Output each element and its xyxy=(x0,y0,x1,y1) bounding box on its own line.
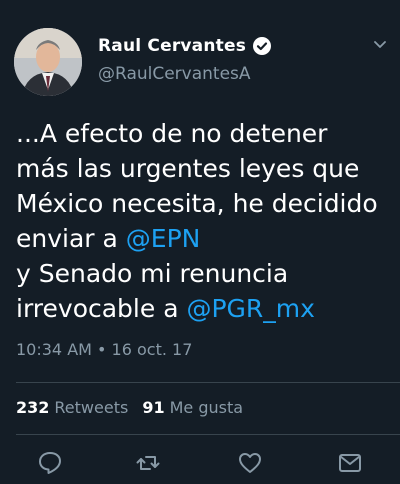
heart-icon[interactable] xyxy=(237,450,263,476)
mention-link[interactable]: @PGR_mx xyxy=(186,294,314,323)
likes-label: Me gusta xyxy=(169,398,244,417)
tweet-timestamp[interactable]: 10:34 AM • 16 oct. 17 xyxy=(16,340,192,359)
display-name[interactable]: Raul Cervantes xyxy=(98,36,246,56)
retweet-icon[interactable] xyxy=(135,450,161,476)
reply-icon[interactable] xyxy=(37,450,63,476)
retweets-count: 232 xyxy=(16,398,50,417)
divider xyxy=(16,434,400,435)
retweets-label: Retweets xyxy=(54,398,129,417)
tweet-header: Raul Cervantes @RaulCervantesA xyxy=(12,22,388,102)
retweets-stat[interactable]: 232 Retweets xyxy=(16,398,128,417)
tweet-text-part: ...A efecto de no detener más las urgent… xyxy=(16,119,386,253)
avatar[interactable] xyxy=(14,28,82,96)
likes-stat[interactable]: 91 Me gusta xyxy=(142,398,243,417)
verified-badge-icon xyxy=(252,36,272,56)
avatar-image xyxy=(14,28,82,96)
divider xyxy=(16,382,400,383)
mention-link[interactable]: @EPN xyxy=(126,224,201,253)
author-info: Raul Cervantes @RaulCervantesA xyxy=(98,34,272,84)
tweet-text: ...A efecto de no detener más las urgent… xyxy=(16,116,386,326)
chevron-down-icon[interactable] xyxy=(372,36,388,52)
action-bar xyxy=(0,450,400,480)
engagement-stats: 232 Retweets 91 Me gusta xyxy=(16,398,257,417)
likes-count: 91 xyxy=(142,398,165,417)
user-handle[interactable]: @RaulCervantesA xyxy=(98,64,272,84)
message-icon[interactable] xyxy=(337,450,363,476)
name-row: Raul Cervantes xyxy=(98,34,272,58)
